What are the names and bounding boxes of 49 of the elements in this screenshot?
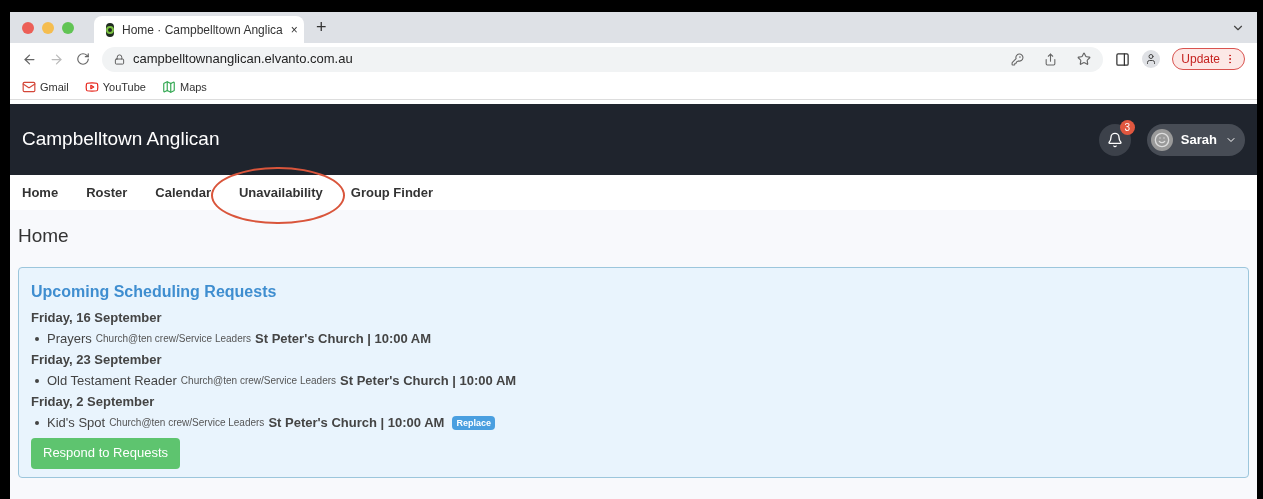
request-role: Old Testament Reader bbox=[47, 371, 177, 390]
nav-link[interactable]: Home bbox=[22, 184, 59, 200]
url-text: campbelltownanglican.elvanto.com.au bbox=[133, 50, 353, 69]
update-button[interactable]: Update bbox=[1172, 48, 1245, 70]
play-icon bbox=[84, 80, 99, 94]
request-team: Church@ten crew/Service Leaders bbox=[109, 415, 265, 430]
request-date: Friday, 23 September bbox=[31, 350, 163, 369]
site-logo-icon bbox=[106, 22, 114, 37]
share-icon[interactable] bbox=[1044, 52, 1058, 66]
nav-link[interactable]: Unavailability bbox=[238, 184, 323, 200]
page-title: Home bbox=[18, 224, 70, 248]
side-panel-icon[interactable] bbox=[1115, 51, 1131, 67]
bookmark-link[interactable]: Gmail bbox=[40, 78, 69, 96]
site-title[interactable]: Campbelltown Anglican bbox=[22, 125, 220, 154]
user-menu[interactable]: Sarah bbox=[1146, 123, 1245, 156]
browser-tab[interactable]: Home · Campbelltown Anglica × bbox=[94, 16, 304, 43]
notification-count: 3 bbox=[1119, 119, 1135, 135]
bullet-icon bbox=[35, 336, 39, 341]
request-date: Friday, 2 September bbox=[31, 392, 156, 411]
tab-title: Home · Campbelltown Anglica bbox=[122, 21, 283, 39]
new-tab-button[interactable]: + bbox=[316, 14, 327, 41]
request-role: Prayers bbox=[47, 329, 92, 348]
profile-icon[interactable] bbox=[1142, 50, 1161, 68]
request-location-time: St Peter's Church | 10:00 AM bbox=[340, 371, 517, 390]
reload-icon[interactable] bbox=[76, 52, 90, 66]
mail-icon bbox=[22, 80, 36, 94]
lock-icon bbox=[114, 53, 125, 65]
bookmark-link[interactable]: Maps bbox=[179, 78, 207, 96]
bullet-icon bbox=[35, 420, 39, 425]
bullet-icon bbox=[35, 378, 39, 383]
request-location-time: St Peter's Church | 10:00 AM bbox=[268, 413, 445, 432]
map-icon bbox=[161, 80, 176, 94]
tab-close-button[interactable]: × bbox=[290, 20, 298, 39]
nav-link[interactable]: Group Finder bbox=[350, 184, 434, 200]
request-role: Kid's Spot bbox=[47, 413, 106, 432]
star-icon[interactable] bbox=[1077, 52, 1092, 66]
nav-link[interactable]: Roster bbox=[86, 184, 128, 200]
request-date: Friday, 16 September bbox=[31, 308, 163, 327]
request-location-time: St Peter's Church | 10:00 AM bbox=[255, 329, 432, 348]
avatar-icon bbox=[1150, 128, 1173, 151]
nav-link[interactable]: Calendar bbox=[155, 184, 211, 200]
panel-heading: Upcoming Scheduling Requests bbox=[31, 281, 278, 302]
bell-icon bbox=[1106, 131, 1123, 148]
request-team: Church@ten crew/Service Leaders bbox=[180, 373, 337, 388]
address-bar[interactable]: campbelltownanglican.elvanto.com.au bbox=[102, 46, 1104, 72]
key-icon[interactable] bbox=[1011, 52, 1025, 66]
request-team: Church@ten crew/Service Leaders bbox=[95, 331, 252, 346]
back-icon[interactable] bbox=[22, 51, 37, 67]
bookmark-link[interactable]: YouTube bbox=[102, 78, 146, 96]
